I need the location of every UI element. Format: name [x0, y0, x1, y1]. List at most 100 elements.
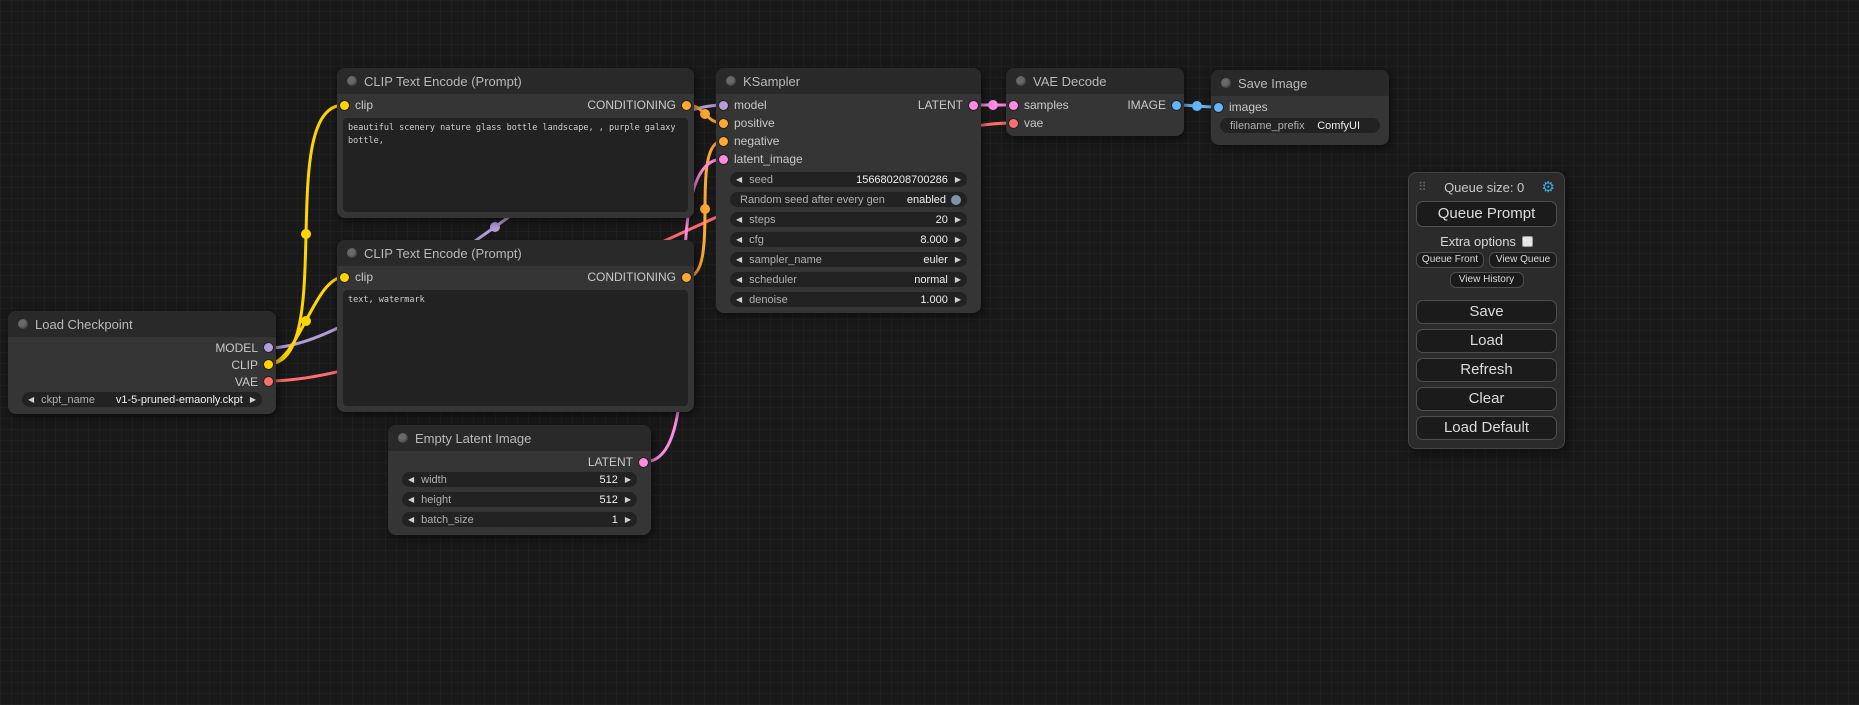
node-load-checkpoint[interactable]: Load Checkpoint MODEL CLIP VAE	[8, 311, 276, 414]
latent-output-dot[interactable]	[639, 458, 648, 467]
decrement-arrow-icon[interactable]: ◀	[736, 236, 742, 244]
decrement-arrow-icon[interactable]: ◀	[408, 516, 414, 524]
positive-prompt-textarea[interactable]: beautiful scenery nature glass bottle la…	[343, 118, 688, 212]
increment-arrow-icon[interactable]: ▶	[955, 216, 961, 224]
collapse-dot-icon[interactable]	[18, 319, 28, 329]
output-slot-vae[interactable]: VAE	[235, 375, 276, 389]
vae-output-dot[interactable]	[264, 377, 273, 386]
increment-arrow-icon[interactable]: ▶	[625, 476, 631, 484]
latent-image-input-dot[interactable]	[719, 155, 728, 164]
output-slot-image[interactable]: IMAGE	[1127, 98, 1184, 112]
increment-arrow-icon[interactable]: ▶	[955, 176, 961, 184]
ckpt-name-widget[interactable]: ◀ ckpt_name v1-5-pruned-emaonly.ckpt ▶	[22, 392, 262, 407]
increment-arrow-icon[interactable]: ▶	[625, 496, 631, 504]
input-slot-model[interactable]: model	[716, 98, 767, 112]
collapse-dot-icon[interactable]	[347, 248, 357, 258]
samples-input-dot[interactable]	[1009, 101, 1018, 110]
scheduler-widget[interactable]: ◀ scheduler normal ▶	[730, 272, 967, 287]
collapse-dot-icon[interactable]	[1016, 76, 1026, 86]
empty-latent-title-bar[interactable]: Empty Latent Image	[388, 425, 651, 451]
negative-prompt-textarea[interactable]: text, watermark	[343, 290, 688, 406]
collapse-dot-icon[interactable]	[1221, 78, 1231, 88]
input-slot-positive[interactable]: positive	[716, 116, 775, 130]
output-slot-clip[interactable]: CLIP	[231, 358, 276, 372]
increment-arrow-icon[interactable]: ▶	[955, 256, 961, 264]
input-slot-negative[interactable]: negative	[716, 134, 779, 148]
input-slot-vae[interactable]: vae	[1006, 116, 1043, 130]
width-widget[interactable]: ◀ width 512 ▶	[402, 472, 637, 487]
toggle-knob-icon[interactable]	[951, 195, 961, 205]
drag-handle-icon[interactable]: ⠿	[1418, 180, 1427, 194]
vae-decode-title-bar[interactable]: VAE Decode	[1006, 68, 1184, 94]
conditioning-output-dot[interactable]	[682, 273, 691, 282]
seed-widget[interactable]: ◀ seed 156680208700286 ▶	[730, 172, 967, 187]
height-widget[interactable]: ◀ height 512 ▶	[402, 492, 637, 507]
clip-input-dot[interactable]	[340, 273, 349, 282]
denoise-widget[interactable]: ◀ denoise 1.000 ▶	[730, 292, 967, 307]
clip-input-dot[interactable]	[340, 101, 349, 110]
refresh-button[interactable]: Refresh	[1416, 358, 1557, 382]
random-seed-toggle-widget[interactable]: Random seed after every gen enabled	[730, 192, 967, 207]
output-slot-latent[interactable]: LATENT	[588, 455, 651, 469]
model-input-dot[interactable]	[719, 101, 728, 110]
negative-input-dot[interactable]	[719, 137, 728, 146]
queue-front-button[interactable]: Queue Front	[1416, 252, 1484, 268]
decrement-arrow-icon[interactable]: ◀	[736, 276, 742, 284]
node-clip-text-encode-negative[interactable]: CLIP Text Encode (Prompt) clip CONDITION…	[337, 240, 694, 412]
settings-gear-icon[interactable]: ⚙	[1542, 180, 1555, 195]
view-queue-button[interactable]: View Queue	[1489, 252, 1557, 268]
node-empty-latent-image[interactable]: Empty Latent Image LATENT ◀ width 512 ▶ …	[388, 425, 651, 535]
graph-canvas[interactable]: Load Checkpoint MODEL CLIP VAE	[0, 0, 1859, 705]
clip-text-encode-title-bar[interactable]: CLIP Text Encode (Prompt)	[337, 68, 694, 94]
decrement-arrow-icon[interactable]: ◀	[736, 216, 742, 224]
cfg-widget[interactable]: ◀ cfg 8.000 ▶	[730, 232, 967, 247]
decrement-arrow-icon[interactable]: ◀	[408, 476, 414, 484]
collapse-dot-icon[interactable]	[726, 76, 736, 86]
view-history-button[interactable]: View History	[1450, 272, 1524, 288]
collapse-dot-icon[interactable]	[398, 433, 408, 443]
clear-button[interactable]: Clear	[1416, 387, 1557, 411]
batch-size-widget[interactable]: ◀ batch_size 1 ▶	[402, 512, 637, 527]
latent-output-dot[interactable]	[969, 101, 978, 110]
input-slot-latent-image[interactable]: latent_image	[716, 152, 803, 166]
decrement-arrow-icon[interactable]: ◀	[736, 256, 742, 264]
node-clip-text-encode-positive[interactable]: CLIP Text Encode (Prompt) clip CONDITION…	[337, 68, 694, 218]
input-slot-clip[interactable]: clip	[337, 270, 373, 284]
ksampler-title-bar[interactable]: KSampler	[716, 68, 981, 94]
decrement-arrow-icon[interactable]: ◀	[736, 176, 742, 184]
output-slot-conditioning[interactable]: CONDITIONING	[587, 98, 694, 112]
increment-arrow-icon[interactable]: ▶	[625, 516, 631, 524]
save-button[interactable]: Save	[1416, 300, 1557, 324]
steps-widget[interactable]: ◀ steps 20 ▶	[730, 212, 967, 227]
output-slot-conditioning[interactable]: CONDITIONING	[587, 270, 694, 284]
sampler-name-widget[interactable]: ◀ sampler_name euler ▶	[730, 252, 967, 267]
model-output-dot[interactable]	[264, 343, 273, 352]
vae-input-dot[interactable]	[1009, 119, 1018, 128]
increment-arrow-icon[interactable]: ▶	[955, 236, 961, 244]
load-default-button[interactable]: Load Default	[1416, 416, 1557, 440]
image-output-dot[interactable]	[1172, 101, 1181, 110]
decrement-arrow-icon[interactable]: ◀	[736, 296, 742, 304]
node-ksampler[interactable]: KSampler model LATENT positive	[716, 68, 981, 313]
extra-options-checkbox[interactable]	[1522, 236, 1533, 247]
save-image-title-bar[interactable]: Save Image	[1211, 70, 1389, 96]
filename-prefix-widget[interactable]: filename_prefix ComfyUI	[1220, 118, 1380, 133]
collapse-dot-icon[interactable]	[347, 76, 357, 86]
positive-input-dot[interactable]	[719, 119, 728, 128]
load-checkpoint-title-bar[interactable]: Load Checkpoint	[8, 311, 276, 337]
clip-text-encode-title-bar[interactable]: CLIP Text Encode (Prompt)	[337, 240, 694, 266]
input-slot-images[interactable]: images	[1211, 100, 1268, 114]
queue-prompt-button[interactable]: Queue Prompt	[1416, 201, 1557, 227]
input-slot-samples[interactable]: samples	[1006, 98, 1069, 112]
decrement-arrow-icon[interactable]: ◀	[408, 496, 414, 504]
increment-arrow-icon[interactable]: ▶	[955, 296, 961, 304]
increment-arrow-icon[interactable]: ▶	[955, 276, 961, 284]
node-vae-decode[interactable]: VAE Decode samples IMAGE vae	[1006, 68, 1184, 136]
node-save-image[interactable]: Save Image images filename_prefix ComfyU…	[1211, 70, 1389, 145]
images-input-dot[interactable]	[1214, 103, 1223, 112]
load-button[interactable]: Load	[1416, 329, 1557, 353]
conditioning-output-dot[interactable]	[682, 101, 691, 110]
increment-arrow-icon[interactable]: ▶	[250, 396, 256, 404]
clip-output-dot[interactable]	[264, 360, 273, 369]
input-slot-clip[interactable]: clip	[337, 98, 373, 112]
